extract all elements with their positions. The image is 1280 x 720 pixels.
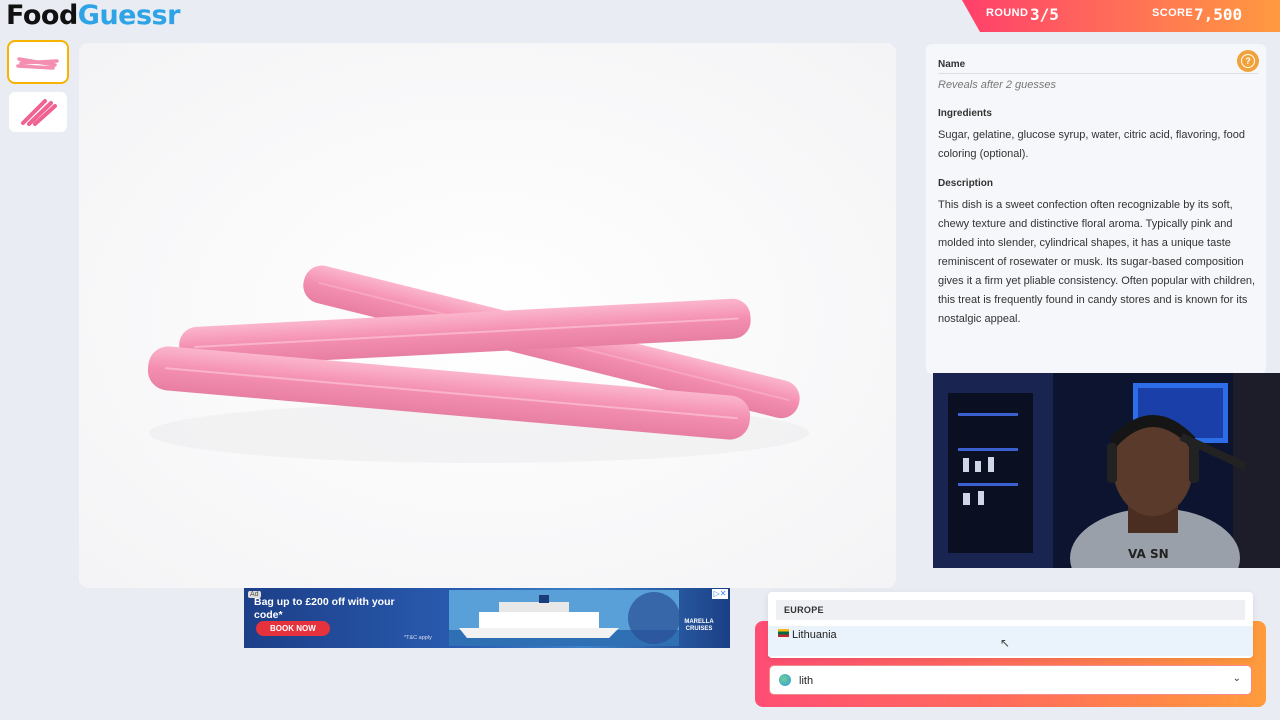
thumbnail-photo-2[interactable] bbox=[9, 92, 67, 132]
ingredients-text: Sugar, gelatine, glucose syrup, water, c… bbox=[938, 129, 1245, 160]
webcam-overlay: VA SN bbox=[933, 373, 1280, 568]
description-text: This dish is a sweet confection often re… bbox=[938, 199, 1256, 325]
dropdown-group-europe: EUROPE bbox=[776, 600, 1245, 620]
option-label: Lithuania bbox=[792, 629, 837, 641]
round-label: ROUND bbox=[986, 7, 1029, 19]
name-heading: Name bbox=[938, 59, 966, 70]
thumbnail-photo-1[interactable] bbox=[7, 40, 69, 84]
food-image bbox=[79, 43, 896, 588]
pink-candy-sticks-photo bbox=[79, 43, 896, 588]
country-dropdown: EUROPE Lithuania bbox=[768, 592, 1253, 658]
dropdown-option-lithuania[interactable]: Lithuania bbox=[768, 626, 1253, 656]
book-now-button[interactable]: BOOK NOW bbox=[256, 621, 330, 636]
mouse-cursor-icon: ↖ bbox=[1000, 636, 1011, 650]
logo[interactable]: FoodGuessr bbox=[6, 0, 180, 31]
lithuania-flag-icon bbox=[778, 629, 789, 637]
country-search-field[interactable] bbox=[797, 671, 1201, 691]
round-value: 3/5 bbox=[1030, 5, 1059, 24]
ad-close-icon[interactable]: ▷✕ bbox=[712, 589, 728, 599]
candy-sticks-thumbnail-2 bbox=[21, 99, 57, 126]
globe-icon bbox=[779, 674, 791, 686]
candy-sticks-thumbnail-1 bbox=[16, 57, 59, 70]
ingredients-heading: Ingredients bbox=[938, 108, 992, 119]
food-info-panel: ? Name Reveals after 2 guesses Ingredien… bbox=[926, 44, 1266, 374]
ad-brand: MARELLA CRUISES bbox=[684, 619, 714, 632]
name-value: Reveals after 2 guesses bbox=[938, 79, 1057, 91]
streamer-webcam-image: VA SN bbox=[933, 373, 1280, 568]
cruise-ship-image bbox=[449, 590, 679, 646]
round-score-banner: ROUND 3/5 SCORE 7,500 bbox=[962, 0, 1280, 32]
description-heading: Description bbox=[938, 178, 994, 189]
logo-part-guessr: Guessr bbox=[77, 0, 181, 31]
logo-part-food: Food bbox=[6, 0, 78, 31]
svg-text:VA SN: VA SN bbox=[1128, 547, 1169, 561]
country-guess-input[interactable]: ⌄ bbox=[769, 665, 1252, 695]
score-label: SCORE bbox=[1152, 7, 1194, 19]
score-value: 7,500 bbox=[1194, 5, 1243, 24]
name-divider bbox=[938, 73, 1258, 74]
ad-banner[interactable]: Ad Bag up to £200 off with your code* BO… bbox=[244, 588, 730, 648]
ad-terms: *T&C apply bbox=[404, 635, 432, 641]
question-icon[interactable]: ? bbox=[1237, 50, 1259, 72]
chevron-down-icon[interactable]: ⌄ bbox=[1233, 673, 1241, 684]
ad-headline: Bag up to £200 off with your code* bbox=[254, 596, 395, 621]
